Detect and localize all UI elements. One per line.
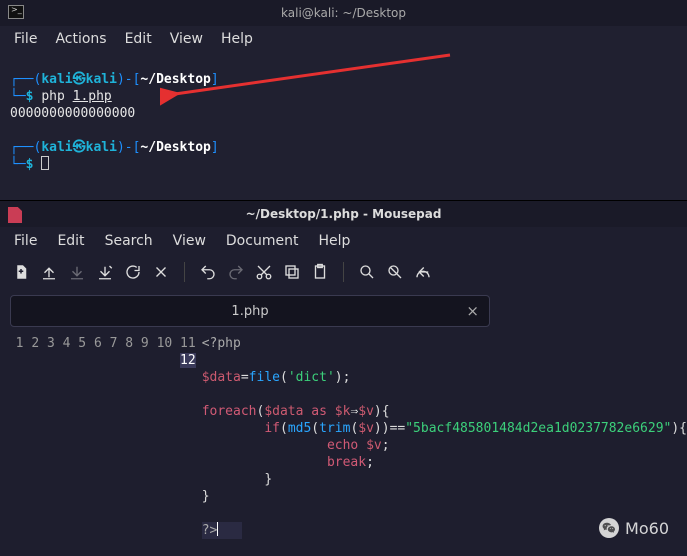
toolbar-separator-2 — [343, 262, 344, 282]
save-button[interactable] — [66, 261, 88, 283]
redo-button[interactable] — [225, 261, 247, 283]
mousepad-window: ~/Desktop/1.php - Mousepad File Edit Sea… — [0, 201, 687, 556]
watermark-text: Mo60 — [625, 519, 669, 538]
toolbar-separator — [184, 262, 185, 282]
open-file-button[interactable] — [38, 261, 60, 283]
command-php: php — [41, 89, 64, 104]
prompt-symbol: $ — [26, 89, 34, 104]
mousepad-menu-view[interactable]: View — [173, 233, 206, 249]
prompt-symbol-2: $ — [26, 157, 34, 172]
code-var-data: $data — [202, 370, 241, 385]
mousepad-menu-file[interactable]: File — [14, 233, 37, 249]
code-kw-break: break — [327, 455, 366, 470]
paste-button[interactable] — [309, 261, 331, 283]
terminal-titlebar: kali@kali: ~/Desktop — [0, 0, 687, 26]
find-button[interactable] — [356, 261, 378, 283]
new-file-button[interactable] — [10, 261, 32, 283]
code-kw-echo: echo — [327, 438, 358, 453]
find-replace-button[interactable] — [384, 261, 406, 283]
terminal-menu-help[interactable]: Help — [221, 31, 253, 47]
mousepad-menu-edit[interactable]: Edit — [57, 233, 84, 249]
cut-button[interactable] — [253, 261, 275, 283]
copy-button[interactable] — [281, 261, 303, 283]
terminal-menubar: File Actions Edit View Help — [0, 26, 687, 52]
terminal-cursor — [41, 156, 49, 170]
mousepad-tabbar: 1.php × — [0, 289, 687, 333]
code-md5-hash: "5bacf485801484d2ea1d0237782e6629" — [405, 421, 671, 436]
reload-button[interactable] — [122, 261, 144, 283]
terminal-window: kali@kali: ~/Desktop File Actions Edit V… — [0, 0, 687, 201]
terminal-menu-file[interactable]: File — [14, 31, 37, 47]
prompt-path: ~/Desktop — [140, 72, 210, 87]
command-arg: 1.php — [73, 89, 112, 104]
code-close-tag: ?> — [202, 523, 218, 538]
prompt-path-2: ~/Desktop — [140, 140, 210, 155]
mousepad-menubar: File Edit Search View Document Help — [0, 227, 687, 255]
mousepad-menu-help[interactable]: Help — [318, 233, 350, 249]
terminal-body[interactable]: ┌──(kali㉿kali)-[~/Desktop] └─$ php 1.php… — [0, 52, 687, 200]
terminal-output: 0000000000000000 — [10, 106, 135, 121]
prompt-user: kali㉿kali — [41, 72, 117, 87]
tab-label: 1.php — [231, 304, 268, 319]
goto-button[interactable] — [412, 261, 434, 283]
mousepad-titlebar: ~/Desktop/1.php - Mousepad — [0, 201, 687, 227]
code-open-tag: <?php — [202, 336, 241, 351]
code-func-file: file — [249, 370, 280, 385]
mousepad-menu-document[interactable]: Document — [226, 233, 299, 249]
terminal-menu-actions[interactable]: Actions — [55, 31, 106, 47]
watermark: Mo60 — [599, 518, 669, 538]
code-str-dict: 'dict' — [288, 370, 335, 385]
tab-close-icon[interactable]: × — [466, 302, 479, 320]
tab-1-php[interactable]: 1.php × — [10, 295, 490, 327]
code-kw-if: if — [264, 421, 280, 436]
mousepad-menu-search[interactable]: Search — [105, 233, 153, 249]
save-as-button[interactable] — [94, 261, 116, 283]
line-number-gutter: 1 2 3 4 5 6 7 8 9 10 11 12 — [0, 335, 202, 556]
prompt-user-2: kali㉿kali — [41, 140, 117, 155]
editor-area[interactable]: 1 2 3 4 5 6 7 8 9 10 11 12 <?php $data=f… — [0, 333, 687, 556]
wechat-icon — [599, 518, 619, 538]
terminal-icon — [8, 5, 24, 19]
editor-cursor — [217, 522, 218, 536]
mousepad-title: ~/Desktop/1.php - Mousepad — [246, 207, 442, 221]
terminal-title: kali@kali: ~/Desktop — [281, 6, 406, 20]
mousepad-toolbar — [0, 255, 687, 289]
terminal-menu-edit[interactable]: Edit — [125, 31, 152, 47]
undo-button[interactable] — [197, 261, 219, 283]
mousepad-app-icon — [8, 207, 22, 223]
code-kw-foreach: foreach — [202, 404, 257, 419]
close-file-button[interactable] — [150, 261, 172, 283]
terminal-menu-view[interactable]: View — [170, 31, 203, 47]
